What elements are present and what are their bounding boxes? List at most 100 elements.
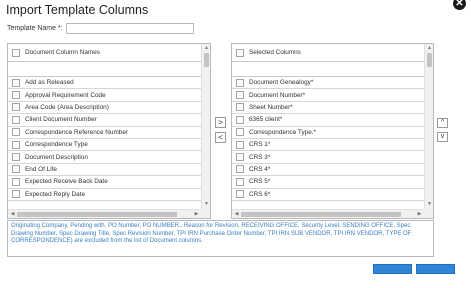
horizontal-scrollbar[interactable]: ◀ ▶ bbox=[232, 209, 424, 218]
row-checkbox[interactable] bbox=[236, 140, 244, 149]
selected-columns-list[interactable]: Selected Columns Document Genealogy* Docu… bbox=[231, 43, 434, 219]
row-checkbox[interactable] bbox=[12, 190, 20, 199]
list-item-label: Document Description bbox=[25, 153, 88, 161]
row-checkbox[interactable] bbox=[12, 103, 20, 112]
scroll-up-arrow-icon[interactable]: ▲ bbox=[425, 44, 433, 53]
row-checkbox[interactable] bbox=[236, 91, 244, 100]
list-item-label: Correspondence Reference Number bbox=[25, 128, 129, 136]
remove-column-button[interactable]: < bbox=[215, 132, 226, 143]
scroll-up-arrow-icon[interactable]: ▲ bbox=[202, 44, 210, 53]
list-item[interactable]: Document Description bbox=[8, 151, 201, 164]
chevron-up-icon: ^ bbox=[440, 119, 445, 126]
scrollbar-corner bbox=[201, 209, 210, 218]
scroll-down-arrow-icon[interactable]: ▼ bbox=[202, 200, 210, 209]
list-item-label: Add as Released bbox=[25, 79, 74, 87]
row-checkbox[interactable] bbox=[12, 115, 20, 124]
scroll-left-arrow-icon[interactable]: ◀ bbox=[232, 210, 241, 218]
list-item-label: Client Document Number bbox=[25, 116, 97, 124]
add-column-button[interactable]: > bbox=[215, 117, 226, 128]
list-item-label: Document Number* bbox=[249, 91, 306, 99]
vertical-scrollbar[interactable]: ▲ ▼ bbox=[424, 44, 433, 209]
filter-row[interactable] bbox=[8, 62, 201, 77]
list-header-label: Selected Columns bbox=[249, 49, 301, 56]
row-checkbox[interactable] bbox=[12, 91, 20, 100]
list-item-label: Correspondence Type bbox=[25, 141, 88, 149]
list-item[interactable]: 6365 client* bbox=[232, 114, 424, 127]
row-checkbox[interactable] bbox=[236, 78, 244, 87]
scroll-down-arrow-icon[interactable]: ▼ bbox=[425, 200, 433, 209]
list-item[interactable]: Add as Released bbox=[8, 77, 201, 90]
scroll-thumb[interactable] bbox=[17, 212, 177, 217]
move-down-button[interactable]: v bbox=[437, 132, 448, 142]
close-icon[interactable]: ✕ bbox=[453, 0, 466, 10]
row-checkbox[interactable] bbox=[12, 140, 20, 149]
list-body: Selected Columns Document Genealogy* Docu… bbox=[232, 44, 424, 209]
list-item-label: 6365 client* bbox=[249, 116, 283, 124]
dialog-title: Import Template Columns bbox=[6, 3, 149, 17]
list-item-label: CRS 5* bbox=[249, 178, 271, 186]
move-up-button[interactable]: ^ bbox=[437, 118, 448, 128]
scrollbar-corner bbox=[424, 209, 433, 218]
template-name-label: Template Name *: bbox=[7, 25, 63, 32]
row-checkbox[interactable] bbox=[236, 103, 244, 112]
list-item-label: Document Genealogy* bbox=[249, 79, 314, 87]
list-item-label: Expected Receive Back Date bbox=[25, 178, 108, 186]
right-rows: Document Genealogy* Document Number* Sheet… bbox=[232, 77, 424, 201]
list-item[interactable]: Correspondence Type.* bbox=[232, 127, 424, 139]
row-checkbox[interactable] bbox=[236, 190, 244, 199]
row-checkbox[interactable] bbox=[12, 78, 20, 87]
ok-button[interactable] bbox=[373, 264, 412, 274]
list-item[interactable]: CRS 1* bbox=[232, 139, 424, 152]
list-item[interactable]: Area Code (Area Description) bbox=[8, 102, 201, 115]
scroll-thumb[interactable] bbox=[241, 212, 401, 217]
list-item[interactable]: Client Document Number bbox=[8, 114, 201, 127]
excluded-columns-note: Originating Company, Pending with, PO Nu… bbox=[7, 220, 434, 257]
list-item-label: Sheet Number* bbox=[249, 103, 293, 111]
row-checkbox[interactable] bbox=[236, 165, 244, 174]
list-header: Selected Columns bbox=[232, 44, 424, 62]
list-header: Document Column Names bbox=[8, 44, 201, 62]
row-checkbox[interactable] bbox=[236, 115, 244, 124]
select-all-checkbox[interactable] bbox=[236, 48, 244, 57]
document-column-names-list[interactable]: Document Column Names Add as Released App… bbox=[7, 43, 211, 219]
list-item-label: CRS 4* bbox=[249, 165, 271, 173]
list-item[interactable]: Approval Requirement Code bbox=[8, 89, 201, 102]
list-item[interactable]: Expected Reply Date bbox=[8, 189, 201, 201]
list-item[interactable]: End Of Life bbox=[8, 164, 201, 177]
list-item[interactable]: Correspondence Reference Number bbox=[8, 127, 201, 139]
list-item[interactable]: Document Number* bbox=[232, 89, 424, 102]
list-item[interactable]: CRS 4* bbox=[232, 164, 424, 177]
scroll-right-arrow-icon[interactable]: ▶ bbox=[415, 210, 424, 218]
scroll-thumb[interactable] bbox=[427, 53, 432, 67]
horizontal-scrollbar[interactable]: ◀ ▶ bbox=[8, 209, 201, 218]
row-checkbox[interactable] bbox=[12, 153, 20, 162]
list-item-label: Area Code (Area Description) bbox=[25, 103, 109, 111]
row-checkbox[interactable] bbox=[236, 153, 244, 162]
list-item[interactable]: CRS 3* bbox=[232, 151, 424, 164]
template-name-input[interactable] bbox=[66, 23, 194, 34]
cancel-button[interactable] bbox=[416, 264, 455, 274]
list-item-label: Correspondence Type.* bbox=[249, 128, 317, 136]
row-checkbox[interactable] bbox=[236, 177, 244, 186]
list-item[interactable]: Correspondence Type bbox=[8, 139, 201, 152]
filter-row[interactable] bbox=[232, 62, 424, 77]
select-all-checkbox[interactable] bbox=[12, 48, 20, 57]
list-item-label: CRS 6* bbox=[249, 190, 271, 198]
row-checkbox[interactable] bbox=[12, 165, 20, 174]
scroll-left-arrow-icon[interactable]: ◀ bbox=[8, 210, 17, 218]
list-item[interactable]: Sheet Number* bbox=[232, 102, 424, 115]
scroll-thumb[interactable] bbox=[204, 53, 209, 67]
list-body: Document Column Names Add as Released App… bbox=[8, 44, 201, 209]
list-item-label: End Of Life bbox=[25, 165, 57, 173]
list-item[interactable]: CRS 6* bbox=[232, 189, 424, 201]
row-checkbox[interactable] bbox=[12, 177, 20, 186]
list-item[interactable]: Document Genealogy* bbox=[232, 77, 424, 90]
import-template-columns-dialog: Import Template Columns ✕ Template Name … bbox=[0, 0, 471, 288]
row-checkbox[interactable] bbox=[236, 128, 244, 137]
scroll-right-arrow-icon[interactable]: ▶ bbox=[192, 210, 201, 218]
list-item[interactable]: CRS 5* bbox=[232, 176, 424, 189]
left-rows: Add as Released Approval Requirement Code… bbox=[8, 77, 201, 201]
list-item[interactable]: Expected Receive Back Date bbox=[8, 176, 201, 189]
vertical-scrollbar[interactable]: ▲ ▼ bbox=[201, 44, 210, 209]
row-checkbox[interactable] bbox=[12, 128, 20, 137]
